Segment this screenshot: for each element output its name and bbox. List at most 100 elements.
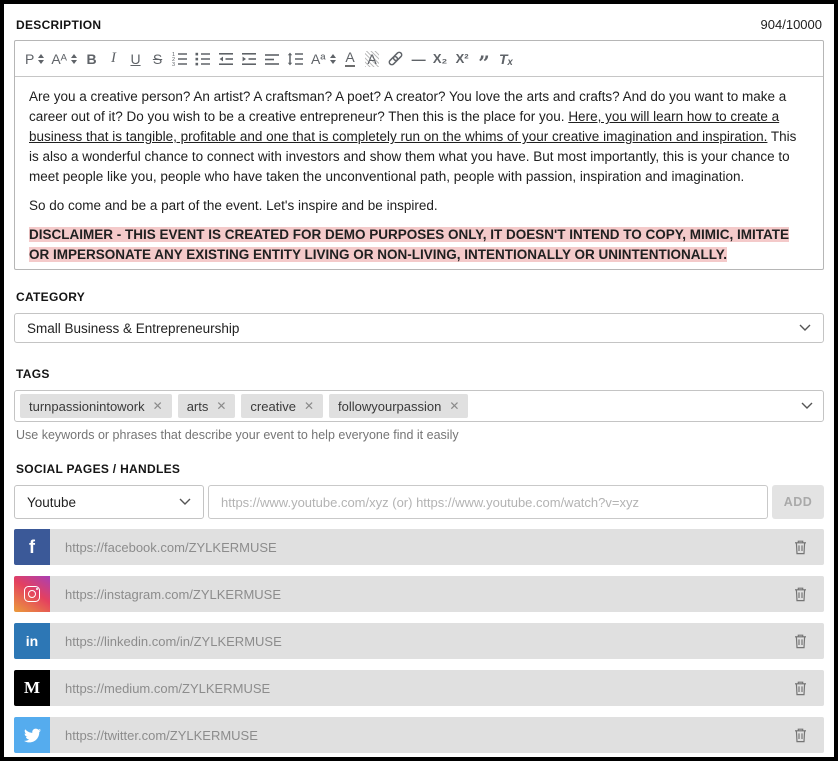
blockquote-button[interactable]: ” <box>474 45 495 73</box>
svg-text:3: 3 <box>172 62 175 67</box>
trash-icon <box>795 540 806 555</box>
chevron-down-icon <box>179 498 191 505</box>
font-size-button[interactable]: Aᴬ <box>48 45 80 73</box>
font-color-button[interactable]: A <box>340 45 361 73</box>
subscript-button[interactable]: X₂ <box>430 45 451 73</box>
paragraph-text: So do come and be a part of the event. L… <box>29 198 438 213</box>
social-url-input[interactable] <box>208 485 768 519</box>
delete-linkedin-button[interactable] <box>787 629 814 653</box>
paragraph-format-button[interactable]: P <box>22 45 47 73</box>
link-icon <box>388 51 402 66</box>
twitter-url-input[interactable] <box>50 727 787 743</box>
tags-input[interactable]: turnpassionintowork ✕ arts ✕ creative ✕ fol… <box>14 390 824 422</box>
indent-button[interactable] <box>238 45 260 73</box>
bold-button[interactable]: B <box>81 45 102 73</box>
instagram-url-input[interactable] <box>50 586 787 602</box>
insert-link-button[interactable] <box>384 45 407 73</box>
unordered-list-icon <box>195 52 211 65</box>
facebook-icon: f <box>14 529 50 565</box>
font-case-button[interactable]: Aª <box>308 45 339 73</box>
remove-tag-icon[interactable]: ✕ <box>216 400 226 412</box>
instagram-url-field <box>50 576 824 612</box>
remove-tag-icon[interactable]: ✕ <box>153 400 163 412</box>
chevron-down-icon <box>801 402 813 409</box>
social-row-facebook: f <box>14 529 824 565</box>
medium-url-input[interactable] <box>50 680 787 696</box>
trash-icon <box>795 587 806 602</box>
description-disclaimer: DISCLAIMER - THIS EVENT IS CREATED FOR D… <box>29 225 809 265</box>
category-selected-value: Small Business & Entrepreneurship <box>27 320 240 336</box>
line-height-icon <box>287 52 304 65</box>
remove-tag-icon[interactable]: ✕ <box>304 400 314 412</box>
trash-icon <box>795 681 806 696</box>
spinner-arrows-icon <box>329 53 336 64</box>
indent-icon <box>242 52 257 65</box>
tag-chip: creative ✕ <box>241 394 324 418</box>
align-button[interactable] <box>261 45 283 73</box>
tag-chip: followyourpassion ✕ <box>329 394 469 418</box>
superscript-button[interactable]: X² <box>452 45 473 73</box>
description-label: DESCRIPTION <box>16 18 102 32</box>
unordered-list-button[interactable] <box>192 45 214 73</box>
underline-button[interactable]: U <box>125 45 146 73</box>
description-editor: P Aᴬ B I U S 123 Aª A A — X₂ X² ” Tₓ Are… <box>14 40 824 270</box>
line-height-button[interactable] <box>284 45 307 73</box>
medium-glyph: M <box>23 678 41 697</box>
facebook-glyph: f <box>29 536 35 557</box>
social-row-twitter <box>14 717 824 753</box>
spinner-arrows-icon <box>71 53 78 64</box>
social-row-instagram <box>14 576 824 612</box>
facebook-url-input[interactable] <box>50 539 787 555</box>
horizontal-rule-button[interactable]: — <box>408 45 429 73</box>
editor-toolbar: P Aᴬ B I U S 123 Aª A A — X₂ X² ” Tₓ <box>15 41 823 77</box>
highlight-color-icon: A <box>365 50 379 67</box>
description-text-area[interactable]: Are you a creative person? An artist? A … <box>15 77 823 269</box>
description-paragraph-2: So do come and be a part of the event. L… <box>29 196 809 216</box>
category-label: CATEGORY <box>16 290 86 304</box>
instagram-camera-glyph <box>24 586 40 602</box>
tags-helper-text: Use keywords or phrases that describe yo… <box>16 428 459 442</box>
medium-url-field <box>50 670 824 706</box>
category-select[interactable]: Small Business & Entrepreneurship <box>14 313 824 343</box>
platform-selected-value: Youtube <box>27 494 77 510</box>
trash-icon <box>795 728 806 743</box>
social-row-medium: M <box>14 670 824 706</box>
paragraph-format-icon: P <box>25 50 35 67</box>
delete-twitter-button[interactable] <box>787 723 814 747</box>
tag-chip: arts ✕ <box>177 394 236 418</box>
font-case-icon: Aª <box>311 50 326 67</box>
add-social-button[interactable]: ADD <box>772 485 824 519</box>
ordered-list-icon: 123 <box>172 52 188 67</box>
linkedin-glyph: in <box>25 633 39 649</box>
linkedin-url-field <box>50 623 824 659</box>
strikethrough-button[interactable]: S <box>147 45 168 73</box>
remove-tag-icon[interactable]: ✕ <box>449 400 459 412</box>
facebook-url-field <box>50 529 824 565</box>
spinner-arrows-icon <box>38 53 45 64</box>
tag-chip-label: followyourpassion <box>338 398 442 414</box>
highlight-color-button[interactable]: A <box>362 45 383 73</box>
delete-facebook-button[interactable] <box>787 535 814 559</box>
font-color-icon: A <box>345 49 355 67</box>
outdent-icon <box>219 52 234 65</box>
linkedin-icon: in <box>14 623 50 659</box>
medium-icon: M <box>14 670 50 706</box>
outdent-button[interactable] <box>215 45 237 73</box>
italic-button[interactable]: I <box>103 45 124 73</box>
character-count: 904/10000 <box>760 17 822 32</box>
linkedin-url-input[interactable] <box>50 633 787 649</box>
clear-formatting-button[interactable]: Tₓ <box>496 45 517 73</box>
twitter-icon <box>14 717 50 753</box>
platform-select[interactable]: Youtube <box>14 485 204 519</box>
social-pages-label: SOCIAL PAGES / HANDLES <box>16 462 181 476</box>
instagram-icon <box>14 576 50 612</box>
twitter-url-field <box>50 717 824 753</box>
tag-chip: turnpassionintowork ✕ <box>20 394 172 418</box>
tag-chip-label: creative <box>250 398 296 414</box>
twitter-bird-glyph <box>23 728 41 742</box>
delete-medium-button[interactable] <box>787 676 814 700</box>
tags-label: TAGS <box>16 367 50 381</box>
trash-icon <box>795 634 806 649</box>
ordered-list-button[interactable]: 123 <box>169 45 191 73</box>
delete-instagram-button[interactable] <box>787 582 814 606</box>
